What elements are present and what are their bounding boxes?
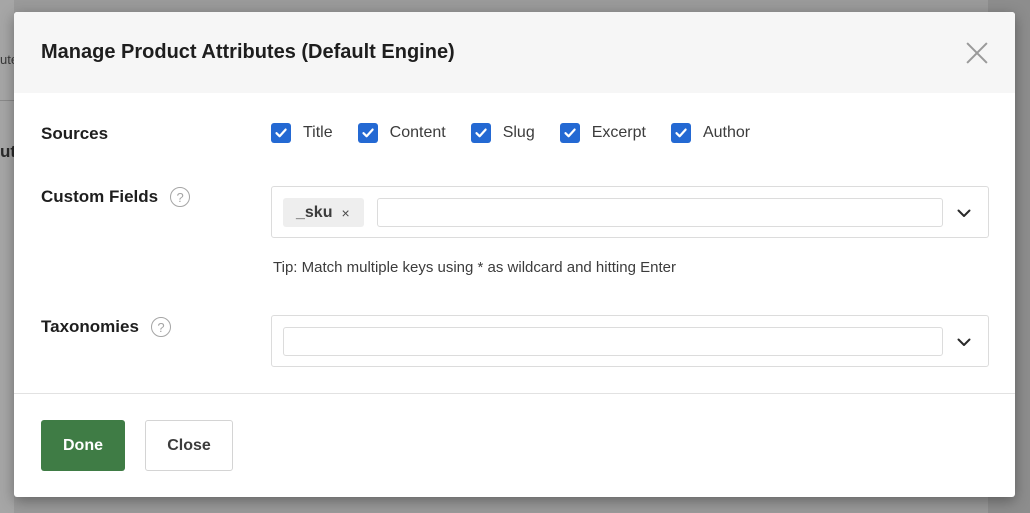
modal-body: Sources Title Content Slug Excerpt Autho… (14, 93, 1015, 393)
sources-label-text: Sources (41, 124, 109, 143)
background-text: ute (0, 52, 14, 67)
source-title-label: Title (303, 124, 333, 141)
source-excerpt-label: Excerpt (591, 124, 646, 141)
modal-footer: Done Close (14, 393, 1015, 497)
help-icon[interactable]: ? (170, 187, 191, 207)
modal-header: Manage Product Attributes (Default Engin… (14, 12, 1015, 93)
source-author-label: Author (702, 124, 751, 141)
chevron-down-icon[interactable] (957, 335, 971, 349)
custom-fields-input[interactable] (377, 198, 943, 227)
tag-remove-icon[interactable]: × (341, 205, 349, 221)
custom-fields-tip: Tip: Match multiple keys using * as wild… (273, 259, 676, 276)
checkbox-checked-icon (357, 123, 378, 143)
close-button[interactable]: Close (145, 420, 233, 471)
done-button[interactable]: Done (41, 420, 125, 471)
taxonomies-label: Taxonomies ? (41, 317, 171, 337)
source-slug-checkbox[interactable]: Slug (470, 123, 535, 143)
custom-fields-label-text: Custom Fields (41, 187, 159, 206)
source-title-checkbox[interactable]: Title (271, 123, 333, 143)
sources-label: Sources (41, 124, 108, 144)
source-author-checkbox[interactable]: Author (670, 123, 751, 143)
background-sidebar (0, 0, 14, 513)
checkbox-checked-icon (470, 123, 491, 143)
checkbox-checked-icon (670, 123, 691, 143)
source-content-label: Content (389, 124, 446, 141)
background-heading: ute (0, 142, 14, 161)
help-icon[interactable]: ? (150, 317, 171, 337)
custom-fields-label: Custom Fields ? (41, 187, 191, 207)
modal-title: Manage Product Attributes (Default Engin… (41, 41, 455, 63)
tag-label: _sku (296, 203, 333, 221)
taxonomies-select[interactable] (271, 315, 989, 367)
sources-checkbox-group: Title Content Slug Excerpt Author (271, 123, 775, 143)
taxonomies-input[interactable] (283, 327, 943, 356)
close-icon[interactable] (965, 41, 989, 65)
checkbox-checked-icon (559, 123, 580, 143)
custom-fields-select[interactable]: _sku × (271, 186, 989, 238)
source-slug-label: Slug (502, 124, 535, 141)
custom-field-tag: _sku × (283, 198, 364, 227)
background-divider (0, 100, 14, 101)
manage-attributes-modal: Manage Product Attributes (Default Engin… (14, 12, 1015, 497)
chevron-down-icon[interactable] (957, 206, 971, 220)
source-content-checkbox[interactable]: Content (357, 123, 446, 143)
taxonomies-label-text: Taxonomies (41, 317, 139, 336)
checkbox-checked-icon (271, 123, 291, 143)
source-excerpt-checkbox[interactable]: Excerpt (559, 123, 646, 143)
